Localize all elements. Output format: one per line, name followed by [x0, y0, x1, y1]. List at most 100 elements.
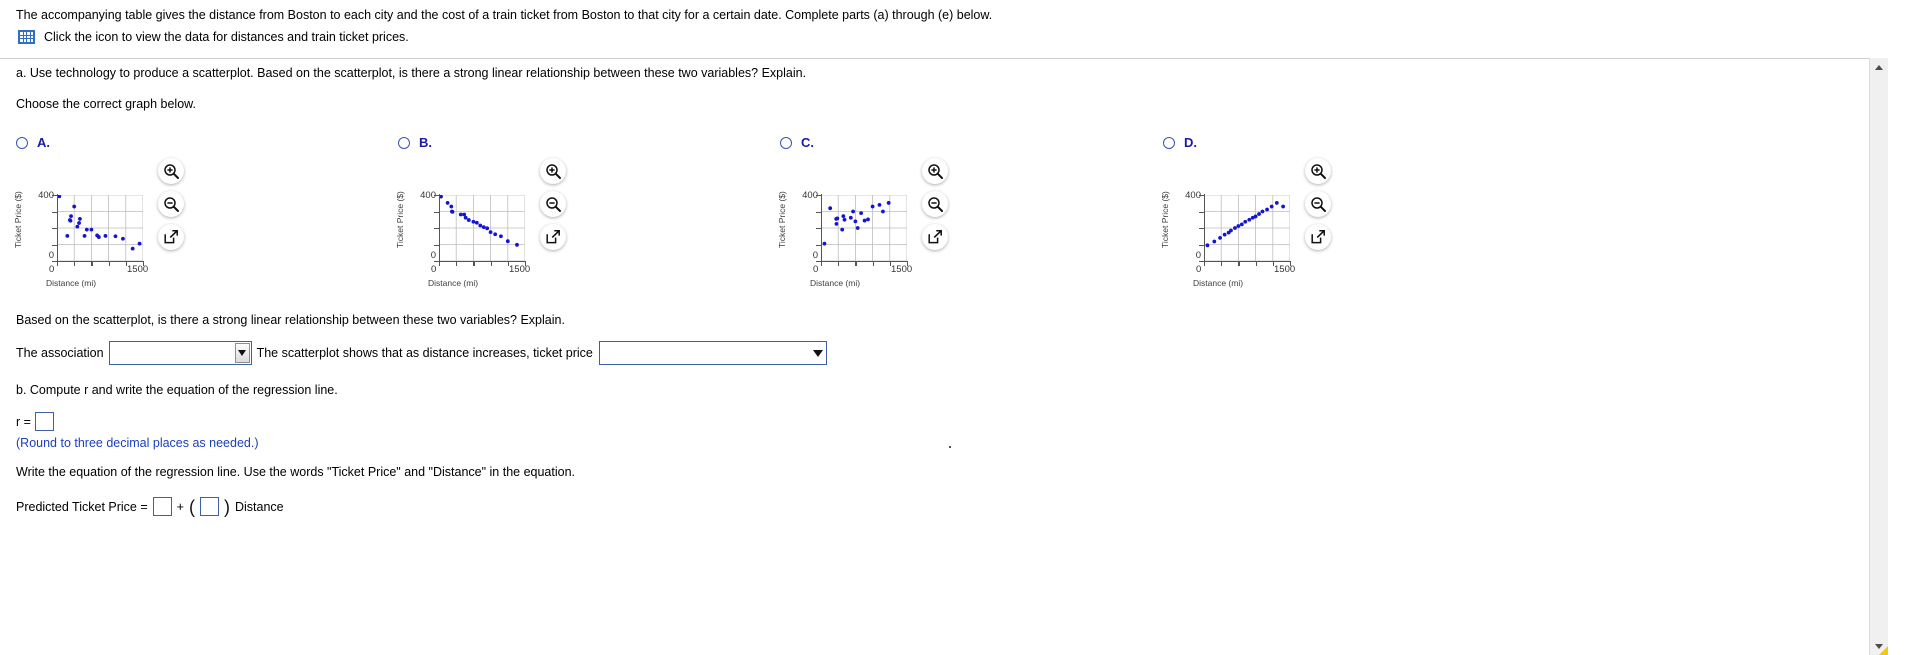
- y-tick-mark: [52, 195, 58, 197]
- zoom-out-icon[interactable]: [1305, 191, 1331, 217]
- x-tick-right-c: 1500: [891, 264, 913, 275]
- x-tick-mark: [108, 261, 110, 266]
- x-tick-mark: [1221, 261, 1223, 266]
- data-point: [1212, 239, 1217, 244]
- association-select[interactable]: [108, 341, 252, 365]
- zoom-in-icon[interactable]: [158, 158, 184, 184]
- regression-equation-row: Predicted Ticket Price = + ( ) Distance: [16, 497, 284, 516]
- y-tick-mark: [1199, 195, 1205, 197]
- vertical-scrollbar[interactable]: [1869, 58, 1888, 655]
- option-a-header[interactable]: A.: [16, 135, 50, 150]
- x-axis-line-b: [438, 261, 526, 263]
- plus-sign: +: [176, 499, 184, 514]
- zoom-out-icon[interactable]: [158, 191, 184, 217]
- x-axis-label-b: Distance (mi): [428, 278, 479, 288]
- option-b[interactable]: B. Ticket Price ($) 400 0 0 1500 Distance (mi): [390, 130, 820, 300]
- data-point: [481, 225, 486, 230]
- scroll-up-arrow[interactable]: [1870, 58, 1888, 76]
- data-point: [65, 234, 70, 238]
- open-in-new-window-icon[interactable]: [540, 224, 566, 250]
- option-c[interactable]: C. Ticket Price ($) 400 0 0 1500 Distance (mi): [772, 130, 1202, 300]
- write-equation-instruction: Write the equation of the regression lin…: [16, 465, 576, 479]
- open-in-new-window-icon[interactable]: [922, 224, 948, 250]
- x-tick-mark: [456, 261, 458, 266]
- option-d[interactable]: D. Ticket Price ($) 400 0 0 1500 Distance (mi): [1155, 130, 1585, 300]
- zoom-in-icon[interactable]: [922, 158, 948, 184]
- y-tick-mark: [434, 244, 440, 246]
- chevron-down-icon: [234, 343, 250, 363]
- data-point: [72, 204, 77, 209]
- zoom-out-icon[interactable]: [922, 191, 948, 217]
- open-in-new-window-icon[interactable]: [1305, 224, 1331, 250]
- radio-option-c[interactable]: [780, 136, 792, 149]
- data-point: [505, 239, 510, 244]
- option-d-header[interactable]: D.: [1163, 135, 1197, 150]
- option-b-letter: B.: [419, 135, 432, 150]
- data-point: [1218, 236, 1222, 240]
- resize-corner-icon: [1879, 646, 1888, 655]
- option-c-letter: C.: [801, 135, 814, 150]
- table-icon[interactable]: [18, 30, 35, 44]
- data-point: [471, 219, 476, 224]
- open-in-new-window-icon[interactable]: [158, 224, 184, 250]
- distance-word: Distance: [234, 499, 284, 514]
- data-point: [886, 201, 891, 205]
- data-point: [859, 211, 864, 216]
- data-point: [877, 203, 882, 207]
- association-row: The association The scatterplot shows th…: [16, 341, 827, 365]
- y-tick-mark: [816, 244, 822, 246]
- data-point: [1269, 204, 1274, 209]
- data-table-link[interactable]: Click the icon to view the data for dist…: [18, 30, 409, 44]
- association-mid-text: The scatterplot shows that as distance i…: [256, 346, 593, 360]
- zoom-in-icon[interactable]: [540, 158, 566, 184]
- chart-tools-d: [1305, 158, 1339, 257]
- y-tick-bottom-d: 0: [1195, 250, 1201, 261]
- zoom-out-icon[interactable]: [540, 191, 566, 217]
- data-point: [466, 218, 471, 222]
- x-axis-line-d: [1203, 261, 1291, 263]
- data-point: [855, 226, 860, 230]
- zoom-in-icon[interactable]: [1305, 158, 1331, 184]
- trend-select[interactable]: [598, 341, 827, 365]
- option-c-header[interactable]: C.: [780, 135, 814, 150]
- question-a-prompt: a. Use technology to produce a scatterpl…: [16, 66, 807, 80]
- data-point: [881, 209, 885, 214]
- x-axis-line-c: [820, 261, 908, 263]
- option-b-header[interactable]: B.: [398, 135, 432, 150]
- data-point: [842, 217, 847, 222]
- y-tick-top-b: 400: [420, 190, 436, 201]
- predicted-ticket-price-label: Predicted Ticket Price =: [16, 499, 148, 514]
- x-tick-mark: [74, 261, 76, 266]
- chart-tools-b: [540, 158, 574, 257]
- radio-option-b[interactable]: [398, 136, 410, 149]
- y-tick-mark: [434, 228, 440, 230]
- y-tick-mark: [816, 228, 822, 230]
- y-tick-mark: [1199, 211, 1205, 213]
- x-axis-label-c: Distance (mi): [810, 278, 861, 288]
- data-point: [103, 234, 108, 238]
- x-tick-mark: [57, 261, 59, 266]
- intercept-input[interactable]: [152, 497, 172, 516]
- data-point: [1229, 228, 1233, 233]
- x-tick-mark: [490, 261, 492, 266]
- option-a-letter: A.: [37, 135, 50, 150]
- option-a[interactable]: A. Ticket Price ($) 400 0 0 1500 Distance (mi): [8, 130, 438, 300]
- data-point: [493, 232, 498, 237]
- r-row: r =: [16, 412, 54, 431]
- data-point: [499, 234, 503, 239]
- slope-input[interactable]: [199, 497, 219, 516]
- data-point: [1247, 217, 1252, 222]
- data-point: [1222, 232, 1227, 237]
- data-point: [835, 216, 840, 221]
- r-input[interactable]: [34, 412, 54, 431]
- data-point: [78, 217, 82, 221]
- data-point: [450, 209, 455, 214]
- radio-option-a[interactable]: [16, 136, 28, 149]
- data-point: [866, 217, 870, 222]
- y-tick-top-c: 400: [802, 190, 818, 201]
- x-tick-mark: [473, 261, 475, 266]
- x-tick-right-a: 1500: [127, 264, 149, 275]
- y-tick-top-a: 400: [38, 190, 54, 201]
- y-tick-mark: [816, 211, 822, 213]
- radio-option-d[interactable]: [1163, 136, 1175, 149]
